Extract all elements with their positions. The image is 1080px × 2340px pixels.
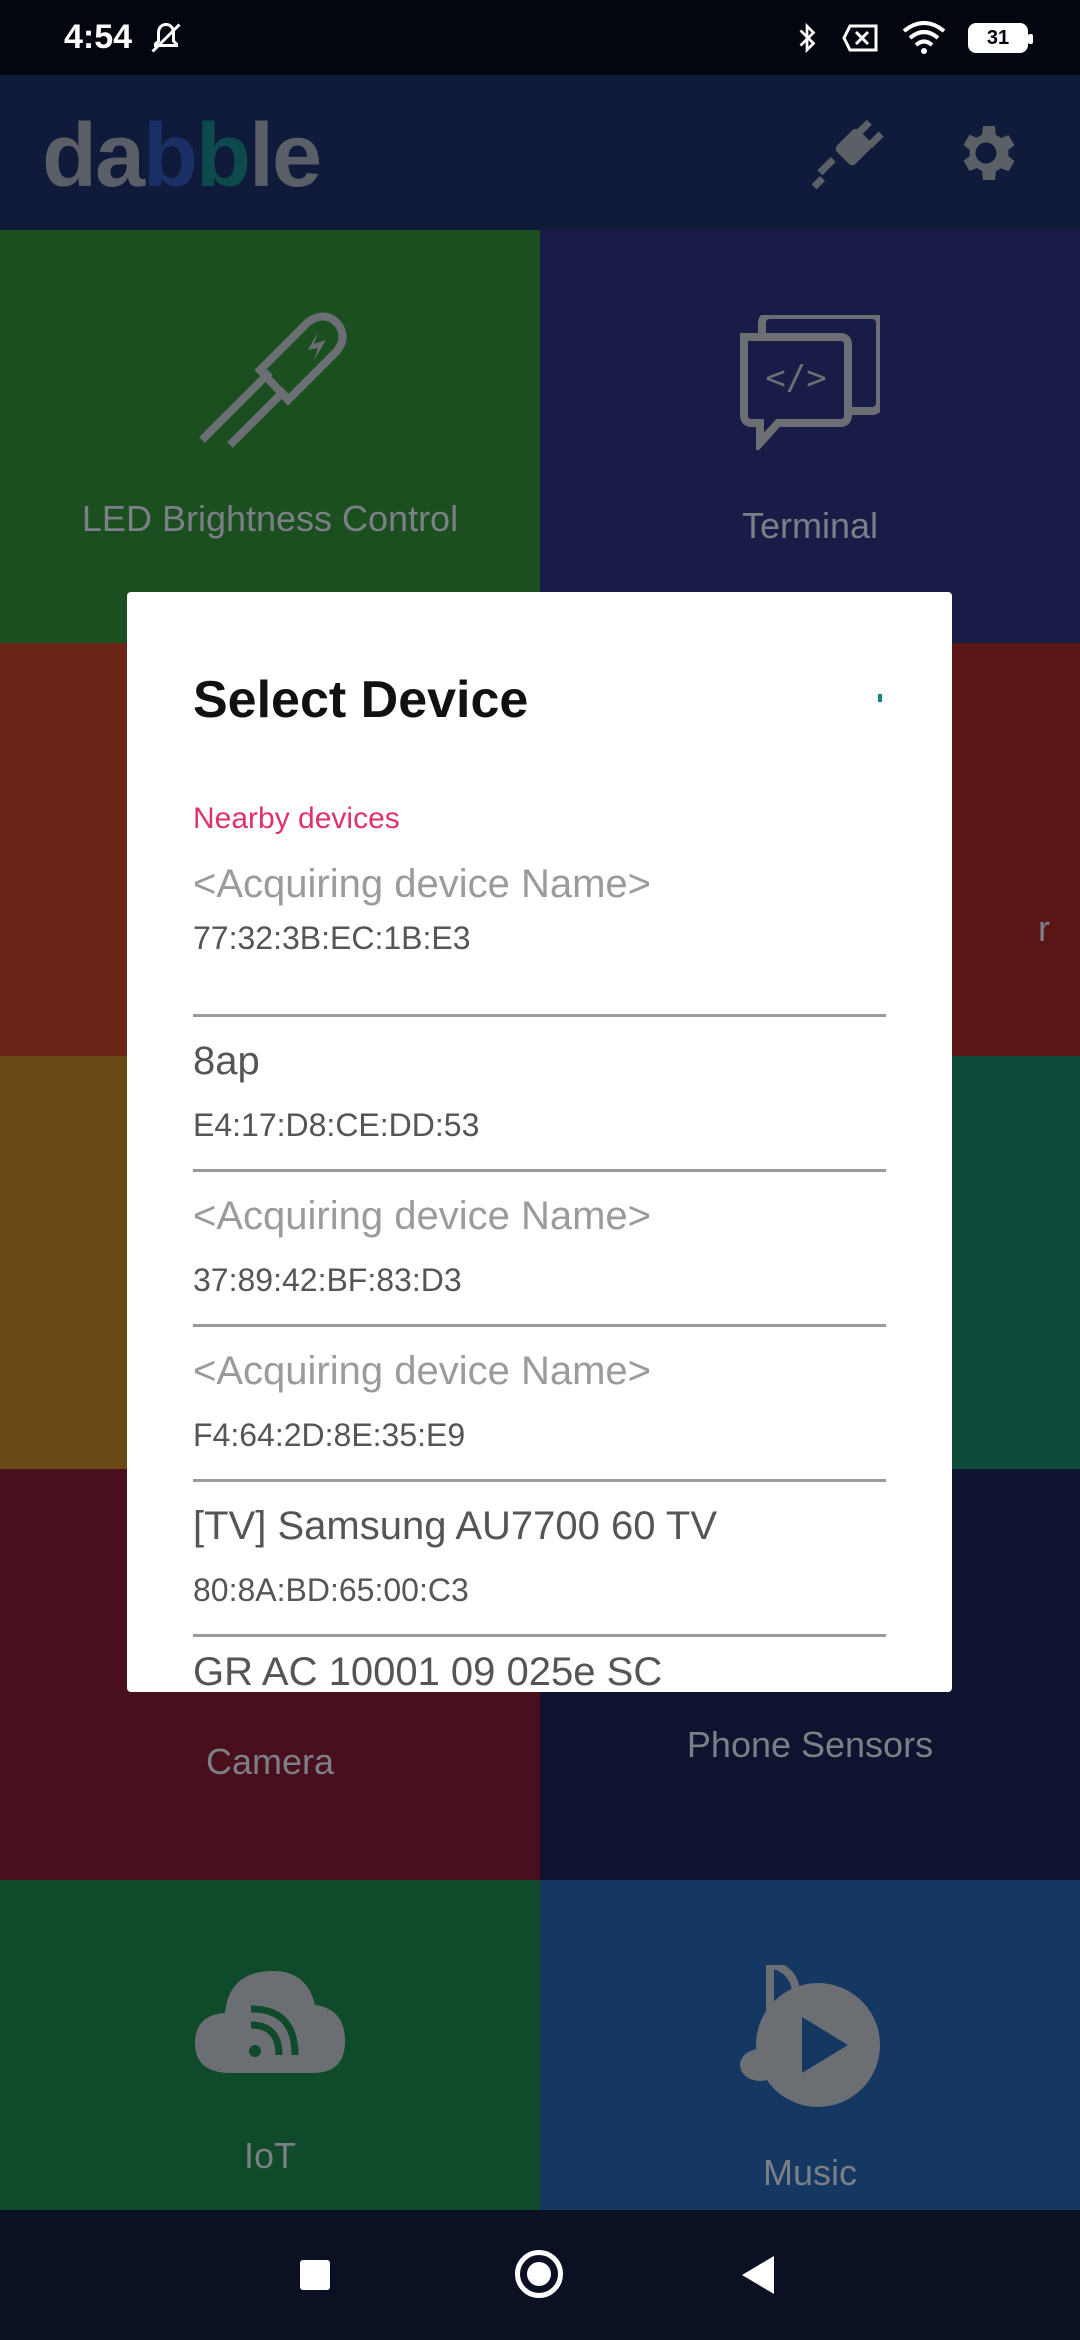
status-time: 4:54 <box>64 18 133 56</box>
tile-terminal[interactable]: </> Terminal <box>540 230 1080 643</box>
dabble-logo: dabble <box>42 106 322 206</box>
device-name: 8ap <box>193 1039 260 1083</box>
tile-led-brightness[interactable]: LED Brightness Control <box>0 230 540 643</box>
tile-label-music: Music <box>762 2152 857 2193</box>
dialog-title: Select Device <box>193 671 529 729</box>
device-address: 80:8A:BD:65:00:C3 <box>193 1572 469 1608</box>
select-device-dialog: Select Device Nearby devices <Acquiring … <box>127 592 952 1692</box>
tile-label-terminal: Terminal <box>741 505 879 546</box>
settings-gear-icon[interactable] <box>950 117 1022 189</box>
tile-iot[interactable]: IoT <box>0 1880 540 2210</box>
device-name: <Acquiring device Name> <box>193 1349 652 1393</box>
app-bar: dabble <box>0 75 1080 230</box>
recents-button[interactable] <box>300 2260 330 2290</box>
data-off-icon <box>842 24 878 52</box>
bell-muted-icon <box>151 22 181 53</box>
back-button[interactable] <box>742 2256 774 2294</box>
wifi-icon <box>902 21 946 54</box>
tile-music[interactable]: Music <box>540 1880 1080 2210</box>
tile-label-camera: Camera <box>205 1741 335 1782</box>
bluetooth-icon <box>799 22 816 54</box>
status-bar: 4:54 31 <box>0 0 1080 75</box>
device-item-partial[interactable]: GR AC 10001 09 025e SC <box>193 1650 662 1692</box>
status-icons: 31 <box>794 18 1033 58</box>
device-item[interactable]: <Acquiring device Name> F4:64:2D:8E:35:E… <box>193 1327 886 1482</box>
device-item[interactable]: [TV] Samsung AU7700 60 TV 80:8A:BD:65:00… <box>193 1482 886 1637</box>
led-icon <box>199 312 347 448</box>
music-icon <box>740 1965 880 2107</box>
device-item[interactable]: <Acquiring device Name> 77:32:3B:EC:1B:E… <box>193 862 886 1017</box>
home-button[interactable] <box>515 2250 563 2298</box>
device-item[interactable]: 8ap E4:17:D8:CE:DD:53 <box>193 1017 886 1172</box>
device-name: <Acquiring device Name> <box>193 1194 652 1238</box>
tile-label-phone-sensors: Phone Sensors <box>686 1724 934 1765</box>
plug-connect-icon[interactable] <box>810 115 886 191</box>
battery-icon: 31 <box>968 23 1033 53</box>
device-address: F4:64:2D:8E:35:E9 <box>193 1417 466 1453</box>
terminal-icon: </> <box>740 315 880 450</box>
device-name: [TV] Samsung AU7700 60 TV <box>193 1504 718 1548</box>
iot-cloud-icon <box>195 1971 345 2073</box>
svg-text:</>: </> <box>765 358 826 398</box>
device-list: <Acquiring device Name> 77:32:3B:EC:1B:E… <box>193 862 886 1637</box>
device-item[interactable]: <Acquiring device Name> 37:89:42:BF:83:D… <box>193 1172 886 1327</box>
device-address: 37:89:42:BF:83:D3 <box>193 1262 462 1298</box>
loading-spinner <box>878 694 882 702</box>
tile-label-led: LED Brightness Control <box>81 498 459 539</box>
device-address: 77:32:3B:EC:1B:E3 <box>193 920 471 956</box>
device-address: E4:17:D8:CE:DD:53 <box>193 1107 480 1143</box>
tile-label-iot: IoT <box>243 2135 296 2176</box>
navigation-bar <box>0 2210 1080 2340</box>
battery-level: 31 <box>986 26 1010 49</box>
device-name: <Acquiring device Name> <box>193 862 652 906</box>
section-nearby-devices: Nearby devices <box>193 802 400 835</box>
